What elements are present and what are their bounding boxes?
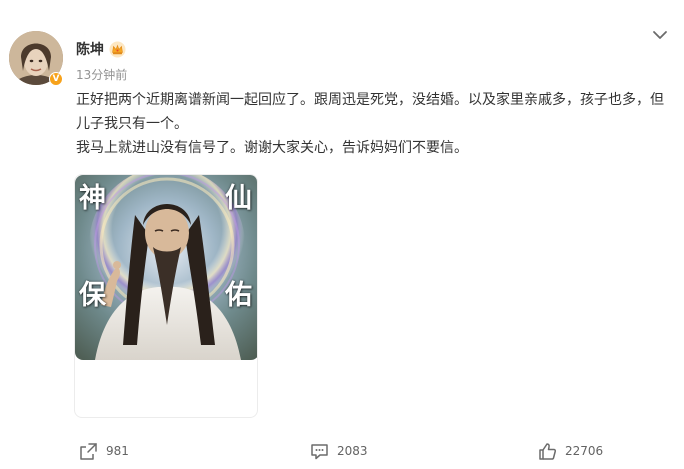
post-image[interactable]: 神 仙 保 佑 [75,175,257,360]
share-button[interactable]: 981 [79,440,129,462]
share-count: 981 [106,444,129,458]
overlay-char-you: 佑 [225,280,252,311]
comment-button[interactable]: 2083 [310,440,368,462]
overlay-char-bao: 保 [79,280,106,311]
post-timestamp[interactable]: 13分钟前 [76,67,127,83]
like-button[interactable]: 22706 [538,440,603,462]
crown-icon[interactable] [109,41,126,58]
verified-badge: V [49,72,63,86]
chevron-down-icon[interactable] [652,27,668,43]
like-count: 22706 [565,444,604,458]
post-text-paragraph-2: 我马上就进山没有信号了。谢谢大家关心，告诉妈妈们不要信。 [76,140,468,156]
username[interactable]: 陈坤 [76,41,104,59]
overlay-char-xian: 仙 [225,183,252,214]
thumbs-up-icon [539,442,557,460]
share-icon [80,442,97,460]
overlay-char-shen: 神 [79,183,106,214]
post-text-paragraph-1: 正好把两个近期离谱新闻一起回应了。跟周迅是死党，没结婚。以及家里亲戚多，孩子也多… [76,92,664,132]
weibo-post-card: V 陈坤 13分钟前 正好把两个近期离谱新闻一起回应了。跟周迅是死党，没结婚。以… [0,0,684,469]
comment-count: 2083 [337,444,368,458]
post-image-container[interactable]: 神 仙 保 佑 [74,174,258,418]
post-text: 正好把两个近期离谱新闻一起回应了。跟周迅是死党，没结婚。以及家里亲戚多，孩子也多… [76,88,666,160]
comment-icon [311,443,328,459]
